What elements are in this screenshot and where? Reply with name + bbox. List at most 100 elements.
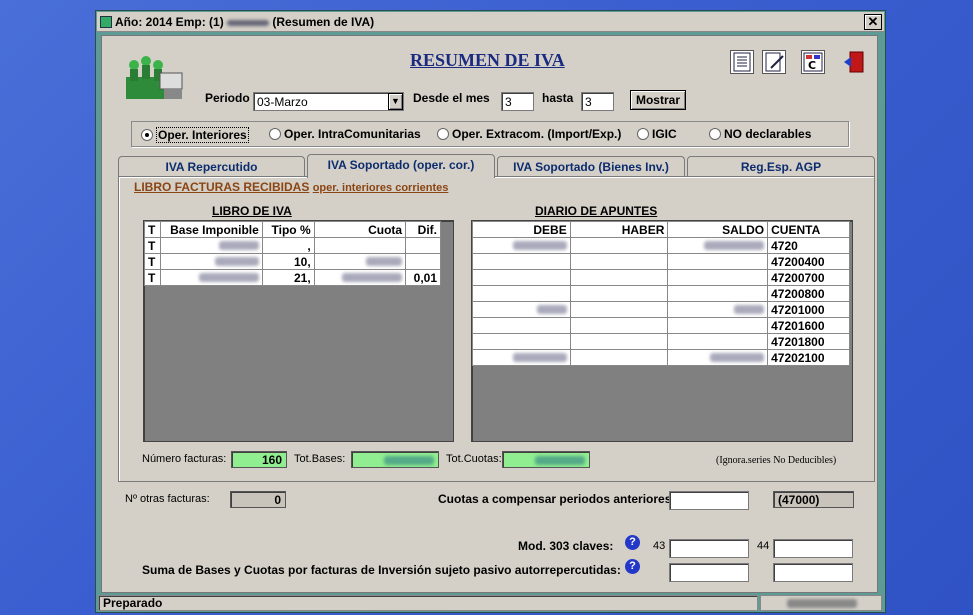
tab-iva-repercutido[interactable]: IVA Repercutido	[118, 156, 305, 177]
radio-oper-extracom[interactable]: Oper. Extracom. (Import/Exp.)	[437, 127, 621, 141]
status-text: Preparado	[98, 595, 758, 611]
status-panel	[760, 595, 882, 611]
periodo-label: Periodo	[205, 91, 250, 105]
num-facturas-label: Número facturas:	[142, 453, 227, 465]
tot-bases-label: Tot.Bases:	[294, 453, 346, 465]
redacted-value	[734, 304, 765, 314]
clave-44-label: 44	[757, 540, 770, 552]
calculator-c-icon: C	[803, 52, 823, 72]
help-icon[interactable]: ?	[625, 535, 640, 550]
redacted-value	[218, 240, 259, 250]
window-title-suffix: (Resumen de IVA)	[272, 15, 375, 29]
tab-iva-soportado-oper[interactable]: IVA Soportado (oper. cor.)	[307, 154, 495, 178]
table-row[interactable]: 47201000	[472, 301, 850, 318]
radio-igic[interactable]: IGIC	[637, 127, 677, 141]
otras-facturas-value: 0	[230, 491, 286, 508]
radio-circle-icon	[269, 128, 281, 140]
desde-input[interactable]: 3	[501, 92, 534, 111]
close-button[interactable]: ✕	[864, 14, 882, 30]
list-report-icon	[733, 52, 751, 72]
exit-door-icon	[844, 51, 864, 73]
app-icon	[100, 16, 112, 28]
otras-facturas-label: Nº otras facturas:	[125, 493, 210, 505]
table-row[interactable]: T 21, 0,01	[144, 269, 441, 286]
main-window: Año: 2014 Emp: (1) (Resumen de IVA) ✕ RE…	[95, 10, 886, 613]
redacted-value	[342, 272, 403, 282]
redacted-value	[536, 304, 567, 314]
main-panel: RESUMEN DE IVA C Periodo 03-Marzo ▼ Desd…	[101, 35, 878, 593]
table-row[interactable]: 47200400	[472, 253, 850, 270]
redacted-value	[710, 352, 765, 362]
title-bar[interactable]: Año: 2014 Emp: (1) (Resumen de IVA) ✕	[97, 12, 884, 32]
radio-oper-intracomunitarias[interactable]: Oper. IntraComunitarias	[269, 127, 421, 141]
clave-43-label: 43	[653, 540, 666, 552]
redacted-value	[704, 240, 765, 250]
operation-type-group: Oper. Interiores Oper. IntraComunitarias…	[131, 121, 849, 147]
redacted-value	[512, 352, 567, 362]
libro-title: LIBRO DE IVA	[212, 204, 292, 218]
num-facturas-value: 160	[231, 451, 287, 468]
tab-iva-soportado-bienes[interactable]: IVA Soportado (Bienes Inv.)	[497, 156, 685, 177]
tab-page: LIBRO FACTURAS RECIBIDAS oper. interiore…	[118, 176, 875, 482]
redacted-value	[535, 456, 585, 465]
clave-44-input[interactable]	[773, 539, 853, 558]
redacted-value	[214, 256, 259, 266]
hasta-label: hasta	[542, 91, 574, 105]
table-row[interactable]: 47200700	[472, 269, 850, 286]
table-row[interactable]: 4720	[472, 237, 850, 254]
page-title: RESUMEN DE IVA	[410, 50, 565, 70]
radio-circle-icon	[637, 128, 649, 140]
edit-document-icon	[765, 52, 784, 72]
libro-iva-grid[interactable]: T Base Imponible Tipo % Cuota Dif. T, T1…	[143, 220, 454, 442]
table-row[interactable]: 47201800	[472, 333, 850, 350]
table-row[interactable]: 47200800	[472, 285, 850, 302]
cuotas-compensar-input[interactable]	[669, 491, 749, 510]
diario-header-row: DEBE HABER SALDO CUENTA	[472, 221, 850, 238]
help-icon[interactable]: ?	[625, 559, 640, 574]
table-row[interactable]: 47201600	[472, 317, 850, 334]
svg-text:C: C	[808, 59, 816, 72]
redacted-value	[198, 272, 259, 282]
hasta-input[interactable]: 3	[581, 92, 614, 111]
calculator-button[interactable]: C	[801, 50, 825, 74]
chevron-down-icon[interactable]: ▼	[388, 93, 403, 110]
logo-icon	[126, 56, 183, 99]
redacted-value	[787, 599, 857, 608]
window-title: Año: 2014 Emp: (1)	[115, 15, 224, 29]
tot-bases-value	[351, 451, 439, 468]
radio-oper-interiores[interactable]: Oper. Interiores	[141, 127, 249, 143]
section-title: LIBRO FACTURAS RECIBIDAS oper. interiore…	[134, 180, 449, 194]
table-row[interactable]: 47202100	[472, 349, 850, 366]
cuotas-compensar-label: Cuotas a compensar periodos anteriores	[438, 492, 672, 506]
radio-circle-icon	[709, 128, 721, 140]
ignora-note: (Ignora.series No Deducibles)	[716, 455, 837, 466]
diario-title: DIARIO DE APUNTES	[535, 204, 658, 218]
edit-button[interactable]	[762, 50, 786, 74]
suma-cuotas-input[interactable]	[773, 563, 853, 582]
radio-no-declarables[interactable]: NO declarables	[709, 127, 811, 141]
periodo-value: 03-Marzo	[257, 95, 308, 109]
clave-43-input[interactable]	[669, 539, 749, 558]
tot-cuotas-value	[502, 451, 590, 468]
periodo-select[interactable]: 03-Marzo ▼	[253, 92, 404, 111]
radio-circle-icon	[437, 128, 449, 140]
list-report-button[interactable]	[730, 50, 754, 74]
table-row[interactable]: T,	[144, 237, 441, 254]
tab-reg-esp-agp[interactable]: Reg.Esp. AGP	[687, 156, 875, 177]
suma-bases-label: Suma de Bases y Cuotas por facturas de I…	[142, 563, 621, 577]
redacted-company	[227, 20, 270, 26]
suma-bases-input[interactable]	[669, 563, 749, 582]
cuenta-ref: (47000)	[773, 491, 854, 508]
status-bar: Preparado	[98, 595, 883, 611]
exit-button[interactable]	[842, 50, 866, 74]
mostrar-button[interactable]: Mostrar	[630, 90, 686, 110]
mod303-label: Mod. 303 claves:	[518, 539, 614, 553]
radio-dot-icon	[141, 129, 153, 141]
redacted-value	[384, 456, 434, 465]
desde-label: Desde el mes	[413, 91, 490, 105]
redacted-value	[366, 256, 403, 266]
diario-apuntes-grid[interactable]: DEBE HABER SALDO CUENTA 4720 47200400 47…	[471, 220, 853, 442]
tot-cuotas-label: Tot.Cuotas:	[446, 453, 502, 465]
libro-header-row: T Base Imponible Tipo % Cuota Dif.	[144, 221, 441, 238]
table-row[interactable]: T 10,	[144, 253, 441, 270]
